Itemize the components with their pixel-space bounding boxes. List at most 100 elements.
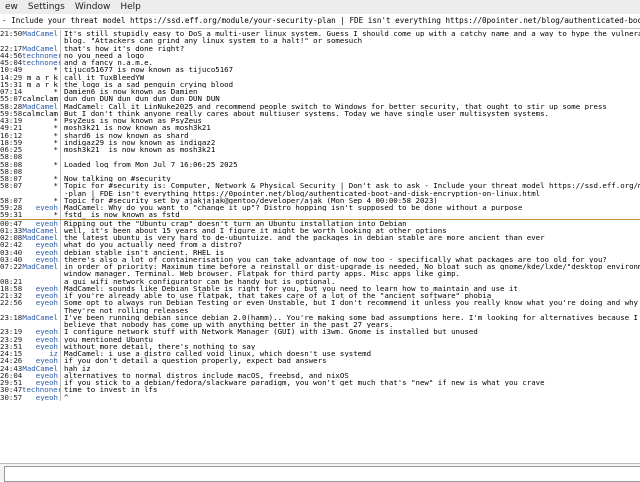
chat-line: -plan | FDE isn't everything https://0po… — [0, 189, 640, 197]
nickname[interactable]: m_a_r_k — [22, 74, 60, 81]
nickname[interactable]: calmclam — [22, 95, 60, 102]
message-text: I've been running debian since debian 2.… — [64, 313, 640, 321]
message-text: without more detail, there's nothing to … — [64, 342, 256, 350]
timestamp: 58:28] — [0, 102, 22, 110]
timestamp: 24:26] — [0, 357, 22, 365]
nickname[interactable]: eyeoh — [22, 241, 60, 248]
nickname[interactable]: MadCamel — [22, 103, 60, 110]
message-text: Now talking on #security — [64, 175, 171, 183]
chat-line: 23:19]eyeoh I configure network stuff wit… — [0, 328, 640, 336]
nickname[interactable]: MadCamel — [22, 45, 60, 52]
timestamp — [0, 270, 22, 277]
message-text: Topic for #security is: Computer, Networ… — [64, 182, 640, 190]
chat-line: 10:49] * tijuco51677 is now known as tijuc… — [0, 66, 640, 74]
timestamp: 58:08] — [0, 160, 22, 168]
timestamp: 18:58] — [0, 284, 22, 292]
chat-line: 15:31]m_a_r_k the logo is a sad penguin c… — [0, 80, 640, 88]
timestamp: 02:08] — [0, 234, 22, 242]
nickname[interactable]: m_a_r_k — [22, 81, 60, 88]
menu-settings[interactable]: Settings — [23, 2, 70, 12]
nickname[interactable]: eyeoh — [22, 220, 60, 227]
nickname[interactable]: eyeoh — [22, 256, 60, 263]
message-text — [61, 168, 640, 175]
nickname[interactable]: eyeoh — [22, 285, 60, 292]
timestamp: 23:51] — [0, 342, 22, 350]
nickname[interactable]: MadCamel — [22, 314, 60, 321]
message-text: MadCamel: Call it LinNuke2025 and recomm… — [64, 102, 607, 110]
nickname: * — [53, 131, 58, 139]
timestamp: 08:21] — [0, 277, 22, 285]
timestamp — [0, 37, 22, 44]
nickname[interactable]: MadCamel — [22, 30, 60, 37]
message-text: fstd_ is now known as fstd — [64, 211, 180, 219]
message-text: hah iz — [64, 364, 91, 372]
timestamp: 58:07] — [0, 196, 22, 204]
chat-line: 03:40]eyeoh debian stable isn't ancient. … — [0, 248, 640, 256]
chat-line: 59:31] * fstd_ is now known as fstd — [0, 211, 640, 219]
chat-line: 14:29]m_a_r_k call it TuxBleedYW — [0, 73, 640, 81]
nickname[interactable]: eyeoh — [22, 343, 60, 350]
chat-line: 06:25] * mosh3k21_ is now known as mosh3k2… — [0, 146, 640, 154]
message-text: there's also a lot of containerisation y… — [64, 255, 607, 263]
nickname[interactable]: eyeoh — [22, 249, 60, 256]
message-text: indigaz29 is now known as indigaz2 — [64, 138, 216, 146]
menu-window[interactable]: Window — [70, 2, 116, 12]
message-text: alternatives to normal distros include m… — [64, 371, 349, 379]
nickname[interactable]: technonerd — [22, 52, 60, 59]
timestamp: 02:42] — [0, 241, 22, 249]
nickname[interactable]: MadCamel — [22, 227, 60, 234]
chat-line: 58:07] * Topic for #security set by ajakja… — [0, 196, 640, 204]
chat-line: 58:07] * Now talking on #security — [0, 175, 640, 183]
timestamp: 21:50] — [0, 30, 22, 38]
nickname[interactable]: MadCamel — [22, 365, 60, 372]
nickname[interactable]: MadCamel — [22, 234, 60, 241]
message-text: you mentioned Ubuntu — [64, 335, 153, 343]
nickname[interactable]: technonerd — [22, 59, 60, 66]
message-text: blog. "Attackers can grind any linux sys… — [64, 37, 363, 45]
chat-line: 02:42]eyeoh what do you actually need fro… — [0, 241, 640, 249]
nickname[interactable]: eyeoh — [22, 204, 60, 211]
timestamp: 26:04] — [0, 371, 22, 379]
nickname — [22, 168, 60, 175]
nickname[interactable]: eyeoh — [22, 394, 60, 401]
channel-topic[interactable]: - Include your threat model https://ssd.… — [0, 14, 640, 29]
nickname — [22, 37, 60, 44]
nickname[interactable]: eyeoh — [22, 379, 60, 386]
nickname: * — [53, 175, 58, 183]
message-text: dun dun DUN dun dun dun dun DUN DUN — [64, 95, 220, 103]
timestamp: 03:40] — [0, 255, 22, 263]
chat-line: 22:17]MadCamel that's how it's done right… — [0, 44, 640, 52]
message-text: They're not rolling releases — [64, 306, 189, 314]
message-text: PsyZeus is now known as PsyZeus — [64, 117, 202, 125]
timestamp: 58:08] — [0, 153, 22, 161]
nickname[interactable]: eyeoh — [22, 299, 60, 306]
nickname[interactable]: eyeoh — [22, 357, 60, 364]
nickname[interactable]: eyeoh — [22, 336, 60, 343]
chat-line: 58:08] * Loaded log from Mon Jul 7 16:06:2… — [0, 160, 640, 168]
menu-view[interactable]: ew — [0, 2, 23, 12]
input-bar — [0, 463, 640, 482]
message-text — [61, 153, 640, 160]
nickname[interactable]: eyeoh — [22, 328, 60, 335]
nickname[interactable]: iz — [22, 350, 60, 357]
timestamp: 21:32] — [0, 292, 22, 300]
message-text: mosh3k21 is now known as mosh3k21 — [64, 124, 211, 132]
chat-line: believe that nobody has come up with any… — [0, 321, 640, 329]
chat-line: 58:07] * Topic for #security is: Computer,… — [0, 182, 640, 190]
message-text: ^ — [64, 393, 69, 401]
chat-log[interactable]: 21:50]MadCamelIt's still stupidly easy t… — [0, 30, 640, 462]
nickname[interactable]: calmclam — [22, 110, 60, 117]
nickname: * — [53, 88, 58, 96]
menu-help[interactable]: Help — [115, 2, 146, 12]
chat-line: window manager. Terminal. Web browser. F… — [0, 270, 640, 278]
menu-bar: ew Settings Window Help — [0, 0, 640, 14]
message-text: MadCamel: i use a distro called void lin… — [64, 350, 372, 358]
timestamp: 24:15] — [0, 350, 22, 358]
nickname[interactable]: MadCamel — [22, 263, 60, 270]
nickname[interactable]: eyeoh — [22, 372, 60, 379]
timestamp: 01:33] — [0, 226, 22, 234]
nickname[interactable]: technonerd — [22, 386, 60, 393]
nickname — [22, 307, 60, 314]
nickname[interactable]: eyeoh — [22, 292, 60, 299]
timestamp: 07:14] — [0, 88, 22, 96]
